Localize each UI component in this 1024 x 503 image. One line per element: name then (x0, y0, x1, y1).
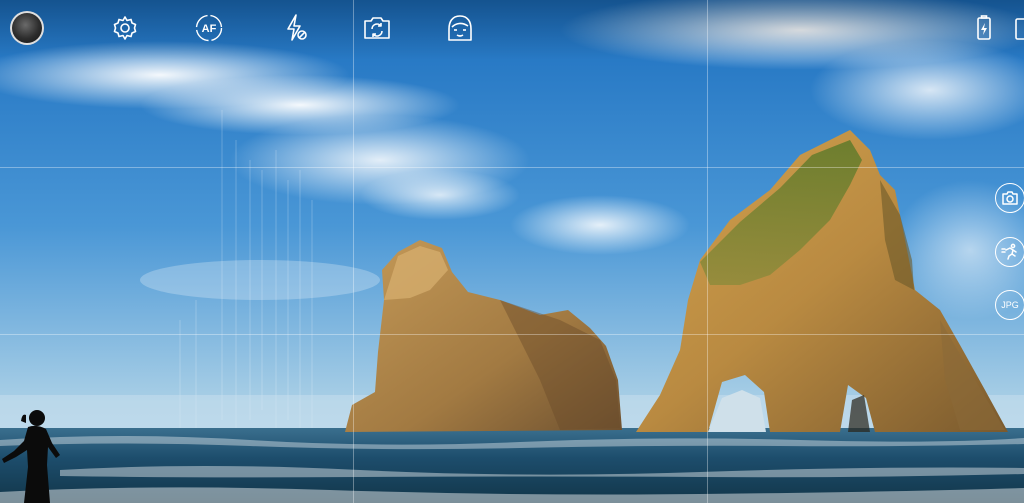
settings-button[interactable] (107, 10, 143, 46)
autofocus-button[interactable]: AF (191, 10, 227, 46)
grid-line-horizontal-1 (0, 167, 1024, 168)
overflow-panel-edge[interactable] (1010, 10, 1024, 46)
panel-edge-icon (1015, 18, 1024, 40)
autofocus-icon: AF (195, 14, 223, 42)
autofocus-label: AF (202, 23, 217, 35)
burst-mode-button[interactable] (995, 237, 1024, 267)
camera-viewfinder[interactable]: AF JPG (0, 0, 1024, 503)
grid-line-vertical-1 (353, 0, 354, 503)
grid-line-horizontal-2 (0, 334, 1024, 335)
running-man-icon (1001, 243, 1017, 260)
grid-line-vertical-2 (707, 0, 708, 503)
battery-charging-icon (977, 15, 991, 40)
viewfinder-scene (0, 0, 1024, 503)
gallery-thumbnail-button[interactable] (10, 11, 44, 45)
beauty-mode-button[interactable] (442, 10, 478, 46)
camera-icon (1002, 191, 1018, 205)
jpg-format-label: JPG (1001, 300, 1019, 310)
image-format-button[interactable]: JPG (995, 290, 1024, 320)
flash-off-icon (287, 14, 307, 41)
photo-mode-button[interactable] (995, 183, 1024, 213)
camera-top-toolbar: AF (0, 0, 1024, 56)
flash-toggle-button[interactable] (277, 10, 313, 46)
face-beauty-icon (448, 15, 472, 41)
person-silhouette (2, 410, 60, 503)
battery-status (966, 10, 1002, 46)
switch-camera-button[interactable] (359, 10, 395, 46)
gear-icon (113, 16, 137, 40)
switch-camera-icon (364, 17, 390, 39)
